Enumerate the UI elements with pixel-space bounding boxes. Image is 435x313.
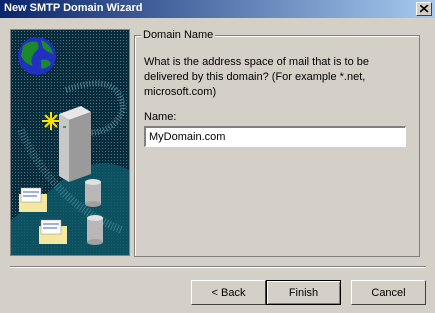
close-button[interactable] [416, 2, 432, 16]
finish-button[interactable]: Finish [266, 280, 341, 305]
close-icon [420, 5, 429, 13]
back-button[interactable]: < Back [191, 280, 266, 305]
wizard-illustration [11, 30, 129, 255]
separator [10, 266, 426, 268]
window-title: New SMTP Domain Wizard [4, 2, 143, 14]
cancel-button[interactable]: Cancel [351, 280, 426, 305]
name-input[interactable] [144, 126, 406, 147]
globe-icon [18, 37, 56, 75]
description-text: What is the address space of mail that i… [144, 56, 370, 98]
server-icon [59, 106, 91, 182]
title-bar: New SMTP Domain Wizard [0, 0, 435, 18]
name-label: Name: [144, 111, 177, 123]
group-legend: Domain Name [141, 29, 216, 41]
wizard-artwork [10, 29, 130, 256]
